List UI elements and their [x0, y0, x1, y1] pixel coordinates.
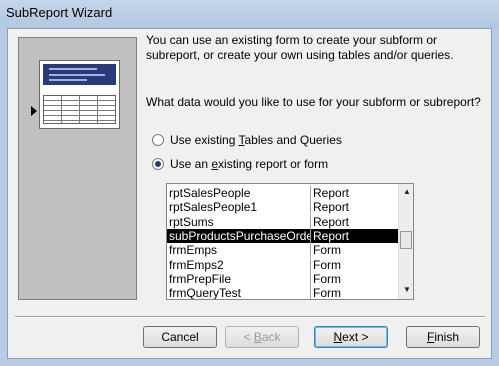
button-separator [15, 316, 485, 318]
scroll-down-icon[interactable]: ▼ [402, 285, 412, 294]
list-item-type: Report [313, 186, 350, 200]
list-item-name: rptSalesPeople [169, 186, 251, 200]
column-divider [310, 286, 311, 299]
column-divider [310, 214, 311, 229]
list-item-name: subProductsPurchaseOrderDetails [169, 228, 311, 243]
list-item[interactable]: rptSums Report [167, 214, 398, 229]
list-item-name: frmEmps [169, 243, 217, 258]
cancel-button[interactable]: Cancel [143, 326, 217, 348]
list-item-type: Report [313, 200, 350, 215]
forms-reports-list[interactable]: rptSalesPeople Report rptSalesPeople1 Repor… [166, 183, 414, 300]
finish-button[interactable]: Finish [406, 326, 480, 348]
list-item-type: Form [313, 271, 341, 286]
window-title: SubReport Wizard [6, 5, 113, 20]
column-divider [310, 257, 311, 272]
title-bar[interactable]: SubReport Wizard [0, 0, 499, 28]
list-item-name: frmQueryTest [169, 286, 242, 300]
scroll-thumb[interactable] [400, 231, 412, 249]
list-item-name: rptSums [169, 214, 214, 229]
option-existing-report-form[interactable]: Use an existing report or form [152, 157, 328, 171]
question-text: What data would you like to use for your… [146, 95, 481, 109]
back-button[interactable]: < Back [225, 326, 299, 348]
list-item-name: frmEmps2 [169, 257, 224, 272]
list-item-type: Form [313, 257, 341, 272]
list-item[interactable]: subProductsPurchaseOrderDetailsReport [167, 228, 398, 243]
preview-header-band [43, 64, 116, 85]
option-tables-queries-label[interactable]: Use existing Tables and Queries [170, 133, 342, 147]
column-divider [310, 228, 311, 243]
radio-existing-report-form[interactable] [152, 158, 164, 170]
wizard-body: You can use an existing form to create y… [7, 28, 492, 359]
column-divider [310, 271, 311, 286]
option-existing-report-form-label[interactable]: Use an existing report or form [170, 157, 328, 171]
list-item-name: rptSalesPeople1 [169, 200, 258, 215]
list-item-type: Report [313, 214, 350, 229]
next-button[interactable]: Next > [314, 326, 388, 348]
radio-tables-queries[interactable] [152, 134, 164, 146]
subreport-wizard-window: SubReport Wizard You can use an existing… [0, 0, 499, 366]
list-item-type: Form [313, 286, 341, 300]
column-divider [310, 186, 311, 200]
list-item-name: frmPrepFile [169, 271, 232, 286]
list-item[interactable]: rptSalesPeople Report [167, 186, 398, 200]
preview-panel [18, 37, 137, 300]
option-tables-queries[interactable]: Use existing Tables and Queries [152, 133, 342, 147]
intro-text: You can use an existing form to create y… [146, 33, 454, 62]
column-divider [310, 243, 311, 258]
list-item-type: Form [313, 243, 341, 258]
list-scrollbar[interactable]: ▲ ▼ [398, 184, 413, 299]
report-preview-image [39, 60, 120, 129]
list-item[interactable]: frmPrepFile Form [167, 271, 398, 286]
scroll-up-icon[interactable]: ▲ [402, 187, 412, 196]
list-item[interactable]: frmEmps2 Form [167, 257, 398, 272]
column-divider [310, 200, 311, 215]
preview-grid [43, 95, 116, 124]
list-item[interactable]: rptSalesPeople1 Report [167, 200, 398, 215]
list-item[interactable]: frmEmps Form [167, 243, 398, 258]
list-item-type: Report [313, 228, 350, 243]
list-item[interactable]: frmQueryTest Form [167, 286, 398, 300]
pointer-icon [31, 106, 37, 116]
